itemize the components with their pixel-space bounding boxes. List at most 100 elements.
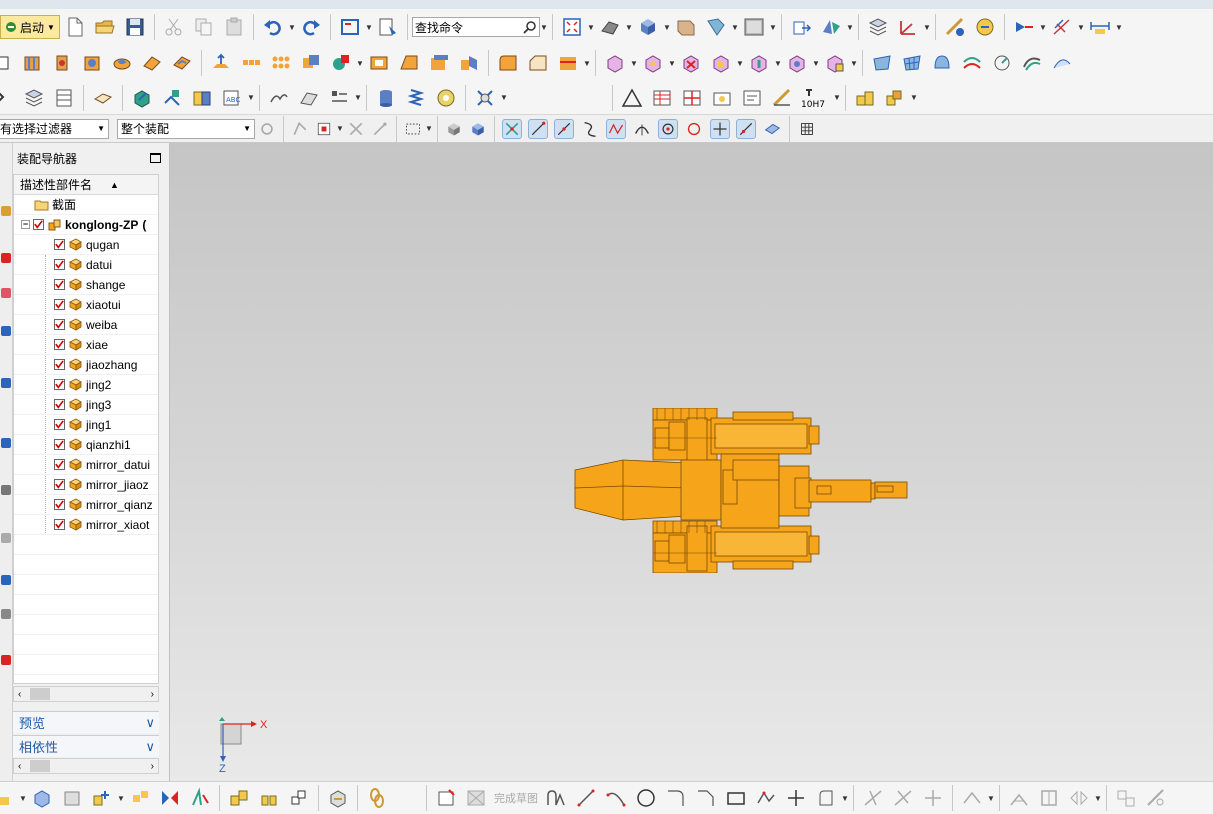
chevron-down-icon[interactable]: ▼: [247, 93, 255, 102]
undo-icon[interactable]: [261, 15, 285, 39]
wrap-icon[interactable]: [91, 86, 115, 110]
geometric-constraint-icon[interactable]: [1007, 786, 1031, 810]
new-file-icon[interactable]: [63, 15, 87, 39]
snap-line-icon[interactable]: [528, 118, 548, 139]
hole-icon[interactable]: [80, 51, 104, 75]
move-component-icon[interactable]: [789, 15, 813, 39]
pad-icon[interactable]: [140, 51, 164, 75]
clip-view-icon[interactable]: [704, 15, 728, 39]
spring-icon[interactable]: [404, 86, 428, 110]
chevron-down-icon[interactable]: ▼: [1077, 23, 1085, 32]
snap-quadrant-icon[interactable]: [684, 119, 704, 139]
type-filter-select[interactable]: 有选择过滤器 ▼: [0, 118, 109, 139]
robot-dinosaur-model[interactable]: [573, 408, 908, 573]
trimmed-sheet-icon[interactable]: [1050, 51, 1074, 75]
sheet-surface-icon[interactable]: [297, 86, 321, 110]
visibility-checkbox[interactable]: [54, 339, 65, 350]
finish-sketch-label[interactable]: 完成草图: [494, 790, 538, 806]
curve-list-icon[interactable]: [327, 86, 351, 110]
chevron-down-icon[interactable]: ▼: [625, 23, 633, 32]
snap-face-icon[interactable]: [762, 119, 782, 139]
finish-sketch-icon[interactable]: [464, 786, 488, 810]
surface-icon[interactable]: [267, 86, 291, 110]
save-icon[interactable]: [123, 15, 147, 39]
visibility-checkbox[interactable]: [54, 299, 65, 310]
show-constraints-icon[interactable]: [1037, 786, 1061, 810]
chevron-down-icon[interactable]: ▼: [812, 59, 820, 68]
chevron-down-icon[interactable]: ▼: [365, 23, 373, 32]
ruled-icon[interactable]: [960, 51, 984, 75]
drawing-sheet-icon[interactable]: [60, 786, 84, 810]
visibility-checkbox[interactable]: [54, 479, 65, 490]
mirror-icon[interactable]: [158, 786, 182, 810]
maximize-icon[interactable]: [150, 153, 161, 163]
weld-symbol-icon[interactable]: [710, 86, 734, 110]
mirror-assembly-icon[interactable]: [190, 86, 214, 110]
select-body-icon[interactable]: [445, 120, 463, 138]
panel-hscrollbar[interactable]: ‹ ›: [13, 758, 159, 774]
command-search-input[interactable]: 查找命令: [411, 17, 540, 37]
chevron-down-icon[interactable]: ▼: [583, 59, 591, 68]
studio-surface-icon[interactable]: [990, 51, 1014, 75]
tree-node-part[interactable]: shange: [14, 275, 158, 295]
chevron-down-icon[interactable]: ▼: [19, 794, 27, 803]
delete-face-icon[interactable]: [679, 51, 703, 75]
navigator-hscrollbar[interactable]: ‹ ›: [13, 686, 159, 702]
tree-node-part[interactable]: mirror_xiaot: [14, 515, 158, 535]
emboss-icon[interactable]: [209, 51, 233, 75]
cylinder-icon[interactable]: [374, 86, 398, 110]
visibility-checkbox[interactable]: [54, 399, 65, 410]
sync-replace-icon[interactable]: [641, 51, 665, 75]
analysis-icon[interactable]: [973, 15, 997, 39]
tree-node-part[interactable]: jing2: [14, 375, 158, 395]
chevron-down-icon[interactable]: ▼: [850, 59, 858, 68]
history-tab-icon[interactable]: [1, 438, 11, 448]
expand-chevron-icon[interactable]: ∨: [145, 739, 155, 755]
background-icon[interactable]: [742, 15, 766, 39]
offset-face-icon[interactable]: [427, 51, 451, 75]
graphics-viewport[interactable]: X Z: [170, 143, 1213, 781]
paste-icon[interactable]: [222, 15, 246, 39]
convert-reference-icon[interactable]: [1114, 786, 1138, 810]
snap-curve-icon[interactable]: [580, 119, 600, 139]
sort-ascending-icon[interactable]: ▲: [110, 180, 119, 190]
sync-move-icon[interactable]: [603, 51, 627, 75]
pattern-geometry-icon[interactable]: [269, 51, 293, 75]
fastener-icon[interactable]: [473, 86, 497, 110]
collapse-icon[interactable]: −: [21, 220, 30, 229]
chevron-down-icon[interactable]: ▼: [774, 59, 782, 68]
add-component-icon[interactable]: [130, 86, 154, 110]
assembly-constraint-icon[interactable]: [819, 15, 843, 39]
system-scene-tab-icon[interactable]: [1, 655, 11, 665]
snap-endpoint-icon[interactable]: [502, 118, 522, 139]
swept-icon[interactable]: [930, 51, 954, 75]
revolve-icon[interactable]: [50, 51, 74, 75]
through-curves-icon[interactable]: [870, 51, 894, 75]
tree-node-part[interactable]: mirror_jiaoz: [14, 475, 158, 495]
table-layers-icon[interactable]: [52, 86, 76, 110]
snap-grid-icon[interactable]: [797, 119, 817, 139]
tree-node-part[interactable]: mirror_qianz: [14, 495, 158, 515]
explode-view-icon[interactable]: [128, 786, 152, 810]
offset-region-icon[interactable]: [747, 51, 771, 75]
dimension-icon[interactable]: [1050, 15, 1074, 39]
assembly-cut-icon[interactable]: [257, 786, 281, 810]
assembly-blocks-icon[interactable]: [853, 86, 877, 110]
chevron-down-icon[interactable]: ▼: [841, 794, 849, 803]
trim-body-icon[interactable]: [457, 51, 481, 75]
chevron-down-icon[interactable]: ▼: [731, 23, 739, 32]
chevron-down-icon[interactable]: ▼: [587, 23, 595, 32]
visibility-checkbox[interactable]: [33, 219, 44, 230]
resize-face-icon[interactable]: [709, 51, 733, 75]
scroll-left-icon[interactable]: ‹: [18, 761, 21, 772]
select-solid-icon[interactable]: [469, 120, 487, 138]
chevron-down-icon[interactable]: ▼: [354, 93, 362, 102]
expand-chevron-icon[interactable]: ∨: [145, 715, 155, 731]
quick-trim-icon[interactable]: [861, 786, 885, 810]
tree-node-section[interactable]: 截面: [14, 195, 158, 215]
snap-point-icon[interactable]: [347, 120, 365, 138]
pocket-icon[interactable]: [170, 51, 194, 75]
unite-icon[interactable]: [299, 51, 323, 75]
visibility-checkbox[interactable]: [54, 319, 65, 330]
chevron-down-icon[interactable]: ▼: [540, 23, 548, 32]
